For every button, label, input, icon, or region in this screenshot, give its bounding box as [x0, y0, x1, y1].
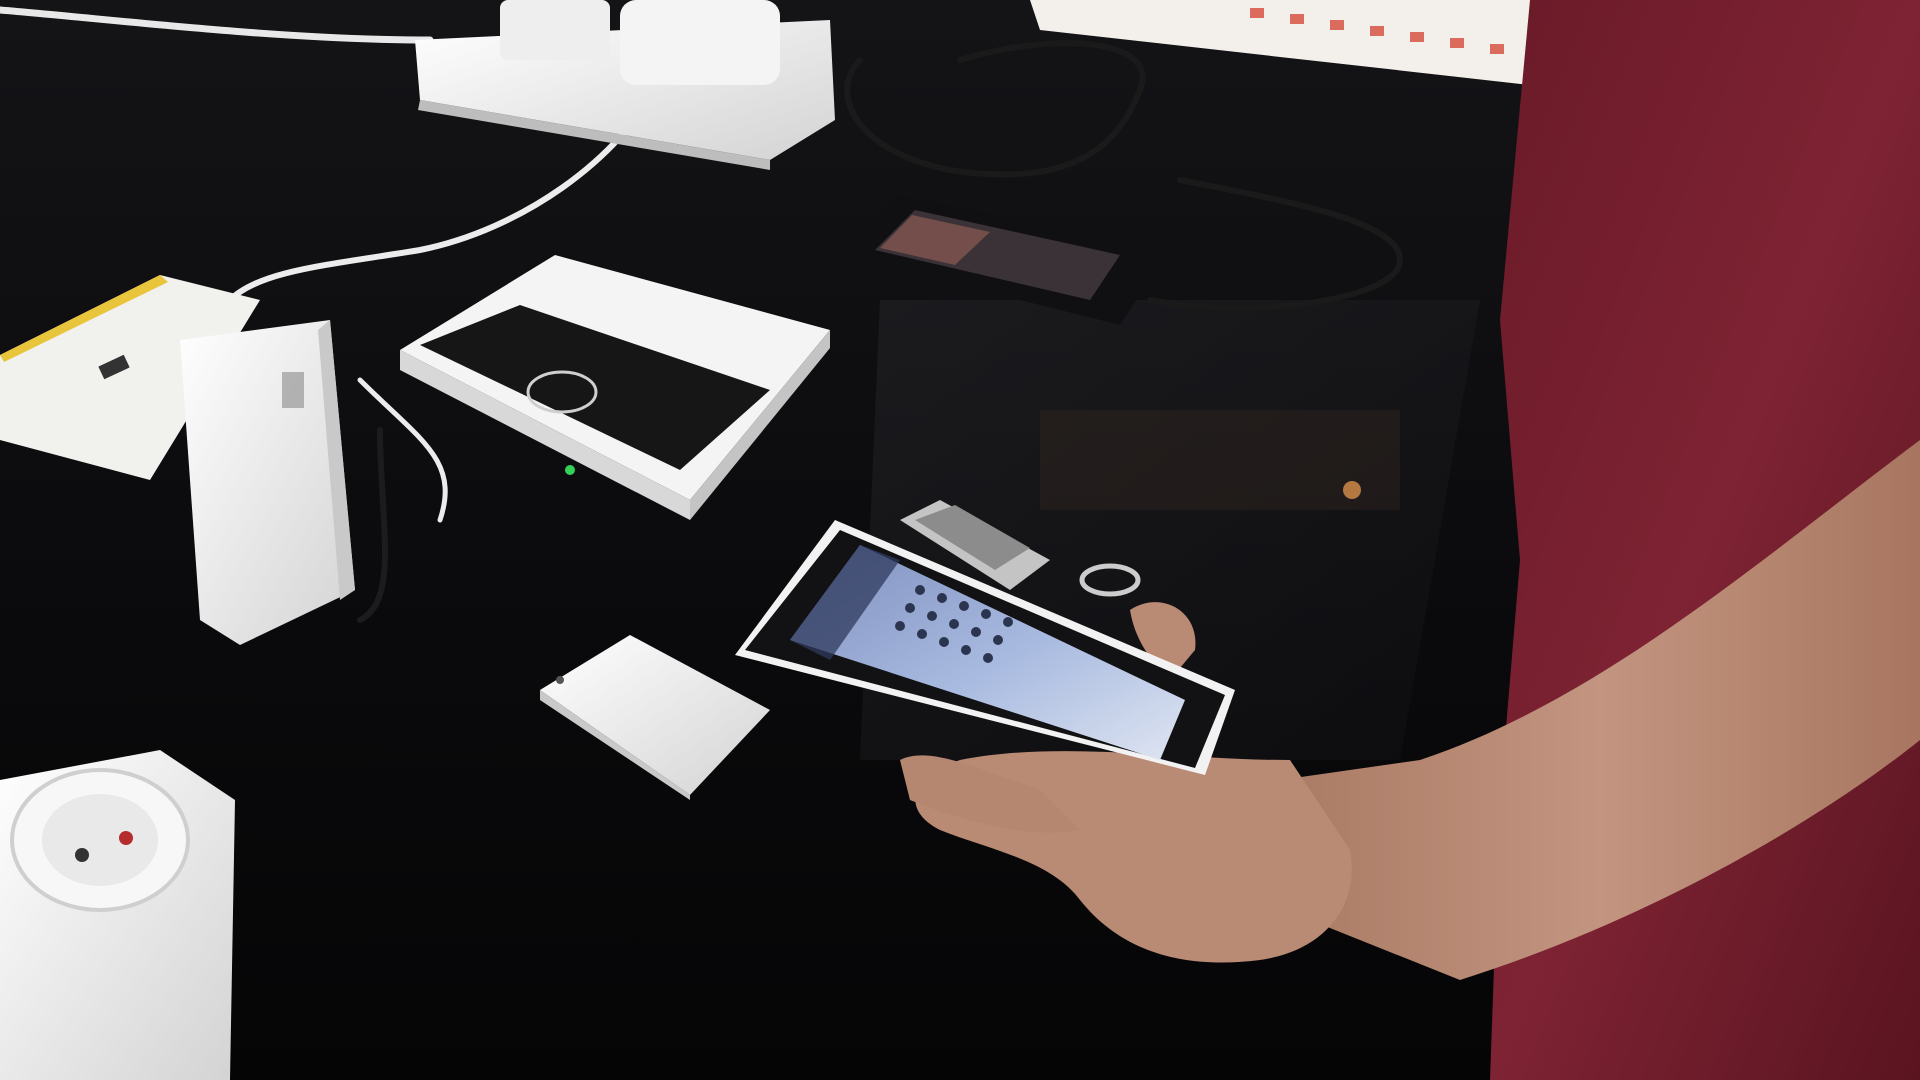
smart-socket	[0, 750, 235, 1080]
plug-in-power-adapter	[180, 320, 355, 645]
light-reflection	[1343, 481, 1361, 499]
photo-scene	[0, 0, 1920, 1080]
status-led	[565, 465, 575, 475]
